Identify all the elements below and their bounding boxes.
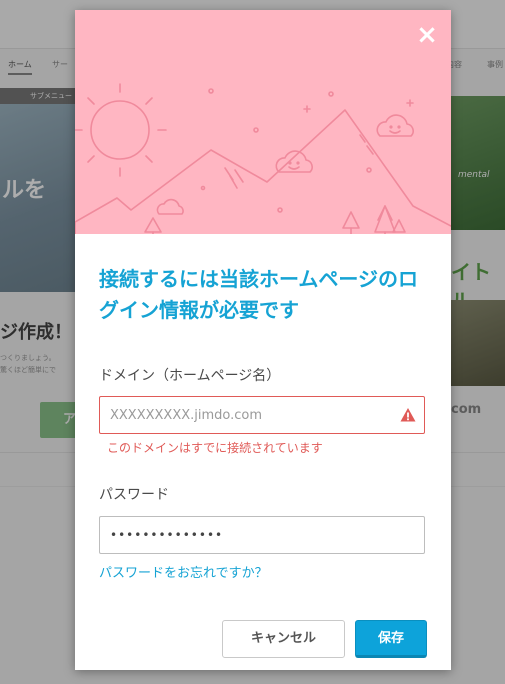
save-button[interactable]: 保存 <box>355 620 427 658</box>
domain-label: ドメイン（ホームページ名） <box>99 368 281 384</box>
connect-login-dialog: × 接続するには当該ホームページのログイン情報が必要です ドメイン（ホームページ… <box>75 10 451 670</box>
forgot-password-link[interactable]: パスワードをお忘れですか？ <box>99 562 268 581</box>
dialog-hero-illustration: × <box>75 10 451 234</box>
warning-icon <box>400 408 416 422</box>
domain-input[interactable] <box>99 396 425 434</box>
close-icon[interactable]: × <box>416 22 438 48</box>
cancel-button[interactable]: キャンセル <box>222 620 345 658</box>
domain-error-message: このドメインはすでに接続されています <box>107 441 323 455</box>
mountain-landscape-illustration <box>75 83 451 234</box>
dialog-title: 接続するには当該ホームページのログイン情報が必要です <box>99 267 418 322</box>
password-label: パスワード <box>99 487 169 503</box>
password-input[interactable] <box>99 516 425 554</box>
